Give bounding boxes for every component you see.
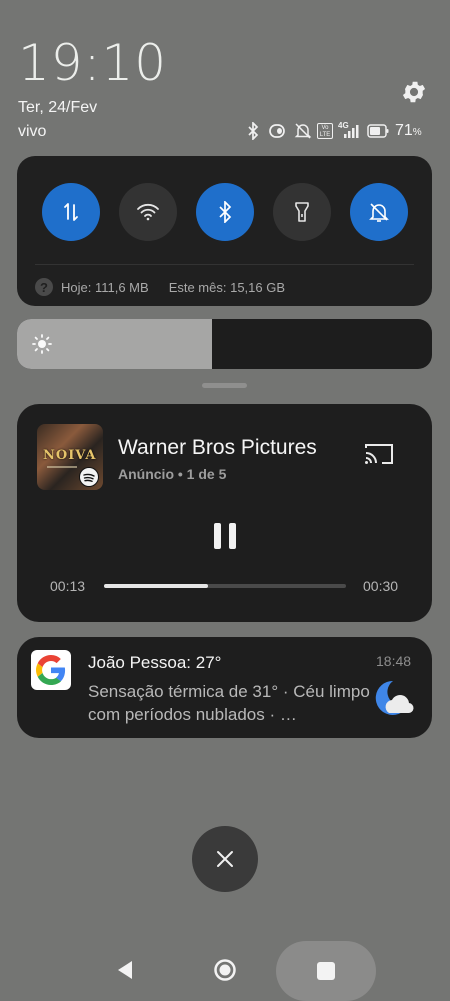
recents-square-icon[interactable] bbox=[317, 962, 335, 980]
flashlight-icon bbox=[295, 202, 309, 222]
google-icon bbox=[31, 650, 71, 690]
notification-body: Sensação térmica de 31° · Céu limpo com … bbox=[88, 682, 370, 724]
weather-notification[interactable]: João Pessoa: 27° 18:48 Sensação térmica … bbox=[17, 637, 432, 738]
media-player-card[interactable]: NOIVA Warner Bros Pictures Anúncio • 1 d… bbox=[17, 404, 432, 622]
cast-icon[interactable] bbox=[363, 441, 395, 467]
notification-title: João Pessoa: 27° bbox=[88, 653, 222, 672]
sun-icon bbox=[32, 334, 52, 354]
drag-handle[interactable] bbox=[202, 383, 247, 388]
pause-button[interactable] bbox=[207, 518, 243, 554]
bluetooth-icon bbox=[219, 201, 232, 223]
bluetooth-icon bbox=[248, 122, 259, 140]
notification-time: 18:48 bbox=[376, 653, 412, 669]
brightness-slider[interactable] bbox=[17, 319, 432, 369]
pause-icon bbox=[214, 523, 236, 549]
quick-settings-panel: ? Hoje: 111,6 MB Este mês: 15,16 GB bbox=[17, 156, 432, 306]
volte-icon: Vo LTE bbox=[317, 123, 333, 139]
home-circle-icon[interactable] bbox=[213, 958, 237, 982]
media-title: Warner Bros Pictures bbox=[118, 436, 317, 459]
media-subtitle: Anúncio • 1 de 5 bbox=[118, 466, 227, 482]
album-art-text: NOIVA bbox=[43, 448, 97, 463]
divider bbox=[35, 264, 414, 265]
usage-month: Este mês: 15,16 GB bbox=[168, 279, 286, 295]
mobile-data-toggle[interactable] bbox=[42, 183, 100, 241]
bluetooth-toggle[interactable] bbox=[196, 183, 254, 241]
time-elapsed: 00:13 bbox=[50, 578, 86, 594]
spotify-icon bbox=[79, 467, 99, 487]
vibrate-icon bbox=[269, 124, 285, 138]
swap-vertical-icon bbox=[64, 203, 78, 221]
battery-percent: 71% bbox=[395, 122, 422, 139]
moon-cloud-icon bbox=[375, 680, 414, 715]
bell-off-icon bbox=[294, 123, 312, 139]
wifi-toggle[interactable] bbox=[119, 183, 177, 241]
clock[interactable]: 19:10 bbox=[18, 34, 167, 92]
seek-bar[interactable] bbox=[104, 584, 346, 588]
battery-icon bbox=[367, 124, 389, 138]
time-total: 00:30 bbox=[363, 578, 399, 594]
help-icon: ? bbox=[35, 278, 53, 296]
date[interactable]: Ter, 24/Fev bbox=[18, 99, 97, 117]
close-button[interactable] bbox=[192, 826, 258, 892]
status-bar: Vo LTE 4G 71% bbox=[246, 120, 422, 142]
silent-toggle[interactable] bbox=[350, 183, 408, 241]
close-icon bbox=[217, 851, 233, 867]
flashlight-toggle[interactable] bbox=[273, 183, 331, 241]
usage-today: Hoje: 111,6 MB bbox=[61, 279, 149, 295]
back-triangle-icon[interactable] bbox=[114, 958, 136, 982]
carrier-name: vivo bbox=[18, 123, 47, 140]
wifi-icon bbox=[137, 203, 159, 221]
bell-off-icon bbox=[369, 203, 389, 222]
data-usage-row[interactable]: ? Hoje: 111,6 MB Este mês: 15,16 GB bbox=[35, 276, 285, 298]
4g-signal-icon: 4G bbox=[338, 121, 362, 139]
seek-bar-fill bbox=[104, 584, 209, 588]
gear-icon[interactable] bbox=[400, 78, 428, 106]
